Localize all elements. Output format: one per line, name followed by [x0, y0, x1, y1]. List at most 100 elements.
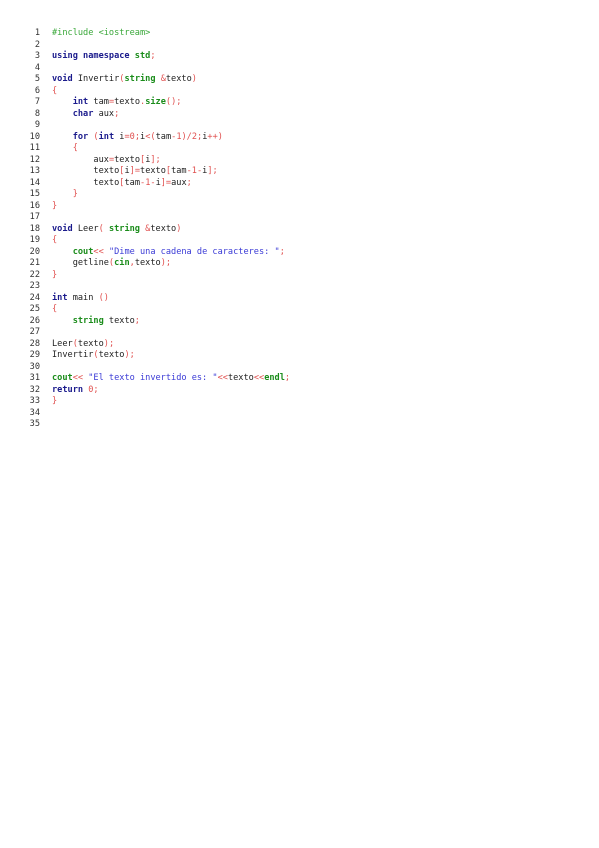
line-number: 25 [29, 304, 40, 314]
line-number: 33 [29, 396, 40, 406]
code-line: 35 [24, 419, 290, 431]
code-token: cout [52, 373, 73, 383]
code-token: Leer [52, 338, 73, 349]
code-token: (); [165, 97, 182, 107]
code-token: } [52, 396, 58, 406]
code-line: 7 int tam=texto.size(); [24, 97, 290, 109]
code-token: } [72, 189, 78, 199]
code-line: 31 cout<< "El texto invertido es: "<<text… [24, 373, 290, 385]
line-number: 32 [29, 384, 40, 395]
code-token: <( [145, 131, 156, 142]
code-token: ); [124, 350, 135, 360]
code-token: texto [93, 166, 120, 176]
line-number: 4 [34, 62, 40, 73]
code-line: 16} [24, 201, 290, 213]
code-token: texto [114, 97, 140, 107]
code-token: texto [93, 177, 120, 188]
code-text: texto[tam-1-i]=aux; [52, 177, 192, 190]
line-number: 28 [29, 338, 40, 349]
code-token: int [52, 292, 73, 303]
code-line: 15 } [24, 189, 290, 201]
line-number: 29 [29, 350, 40, 360]
code-token: texto [114, 154, 140, 165]
code-listing: 1 #include <iostream> 2 3 using namespace st… [24, 28, 290, 431]
code-text: using namespace std; [52, 51, 156, 63]
code-line: 29 Invertir(texto); [24, 350, 290, 362]
code-token: endl [264, 373, 285, 383]
line-number: 26 [29, 315, 40, 326]
code-text: int main () [52, 293, 109, 305]
document-page: 1 #include <iostream> 2 3 using namespace st… [0, 0, 599, 848]
code-token: Leer [77, 223, 99, 234]
code-line: 24 int main () [24, 293, 290, 305]
code-token: << [72, 373, 89, 383]
code-token: ]= [160, 177, 172, 188]
line-number: 11 [29, 143, 40, 153]
code-token: ); [103, 338, 115, 349]
code-token: ); [160, 258, 172, 268]
code-token: texto [165, 74, 192, 84]
code-line: 30 [24, 362, 290, 374]
code-token: { [52, 85, 58, 96]
line-number: 5 [34, 74, 40, 84]
code-line: 23 [24, 281, 290, 293]
code-token: #include <iostream> [52, 28, 151, 38]
code-token: tam [124, 177, 140, 188]
code-token: Invertir [52, 350, 94, 360]
code-token: () [98, 292, 109, 303]
code-text: getline(cin,texto); [52, 258, 171, 270]
code-token: cin [114, 258, 130, 268]
code-token: )/ [181, 131, 192, 142]
code-token: int [72, 97, 94, 107]
code-token: ) [176, 223, 182, 234]
code-token: return [52, 384, 89, 395]
code-text: } [52, 201, 57, 213]
code-text: Leer(texto); [52, 339, 114, 351]
code-token: << [217, 373, 228, 383]
code-token: texto [77, 338, 104, 349]
line-number: 30 [29, 361, 40, 372]
line-number: 15 [29, 189, 40, 199]
code-token: string [108, 223, 146, 234]
line-number: 24 [29, 292, 40, 303]
code-token: aux [93, 154, 109, 165]
code-line: 32 return 0; [24, 385, 290, 397]
code-text: cout<< "Dime una cadena de caracteres: "… [52, 247, 285, 259]
code-line: 10 for (int i=0;i<(tam-1)/2;i++) [24, 132, 290, 144]
line-number: 1 [34, 28, 40, 38]
code-token: ; [134, 315, 140, 326]
code-line: 4 [24, 63, 290, 75]
code-token: void [52, 223, 78, 234]
code-line: 19 { [24, 235, 290, 247]
code-text: texto[i]=texto[tam-1-i]; [52, 166, 217, 178]
code-line: 26 string texto; [24, 316, 290, 328]
code-token: ; [114, 108, 120, 119]
code-line: 11 { [24, 143, 290, 155]
code-line: 6{ [24, 86, 290, 98]
line-number: 7 [34, 97, 40, 107]
code-line: 34 [24, 408, 290, 420]
code-token: << [253, 373, 265, 383]
code-token: "Dime una cadena de caracteres: " [108, 246, 280, 257]
line-number: 2 [34, 39, 40, 50]
code-token: ]; [150, 154, 161, 165]
code-token: ; [279, 246, 285, 257]
code-token: texto [134, 258, 161, 268]
code-line: 5 void Invertir(string &texto) [24, 74, 290, 86]
code-token: tam [155, 131, 172, 142]
code-line: 21 getline(cin,texto); [24, 258, 290, 270]
code-token: { [52, 304, 58, 314]
line-number: 18 [29, 223, 40, 234]
code-token: Invertir [77, 74, 120, 84]
code-token: texto [227, 373, 254, 383]
line-number: 10 [29, 131, 40, 142]
code-token: ; [186, 177, 192, 188]
code-token: using namespace [52, 51, 135, 61]
code-token: ]= [129, 166, 141, 176]
code-line: 25 { [24, 304, 290, 316]
code-text: return 0; [52, 385, 99, 397]
code-line: 13 texto[i]=texto[tam-1-i]; [24, 166, 290, 178]
code-token: tam [171, 166, 187, 176]
